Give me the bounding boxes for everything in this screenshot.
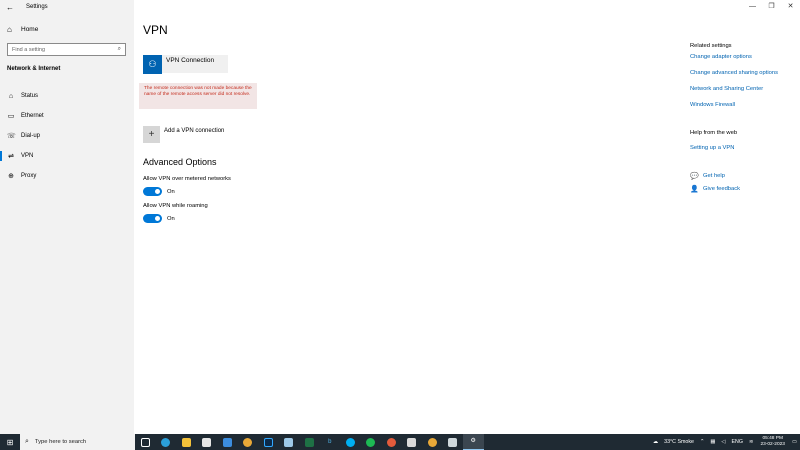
weather-text[interactable]: 33°C Smoke — [664, 439, 694, 445]
home-nav[interactable]: ⌂ Home — [7, 25, 38, 34]
get-help-row[interactable]: 💬 Get help — [690, 172, 725, 180]
bing-icon[interactable]: b — [320, 434, 341, 450]
sidebar-item-vpn[interactable]: ⇌ VPN — [0, 146, 134, 166]
status-icon: ⌂ — [8, 92, 14, 100]
get-help-link[interactable]: Get help — [703, 173, 725, 179]
store-icon[interactable] — [197, 434, 218, 450]
add-vpn-label: Add a VPN connection — [164, 128, 225, 134]
related-settings-heading: Related settings — [690, 43, 732, 49]
sidebar-item-proxy[interactable]: ⊕ Proxy — [0, 166, 134, 186]
clock[interactable]: 05:48 PM 23-02-2023 — [760, 436, 785, 448]
metered-option-label: Allow VPN over metered networks — [143, 176, 231, 182]
windows-start-icon[interactable]: ⊞ — [0, 434, 20, 450]
search-placeholder: Find a setting — [12, 46, 46, 53]
excel-icon[interactable] — [299, 434, 320, 450]
metered-toggle-state: On — [167, 188, 175, 195]
notification-icon[interactable]: ▭ — [792, 439, 797, 445]
window-controls: — ❐ ✕ — [743, 0, 800, 14]
weather-icon[interactable]: ☁ — [653, 439, 658, 445]
roaming-toggle-state: On — [167, 215, 175, 222]
chrome-profile-icon[interactable] — [381, 434, 402, 450]
proxy-icon: ⊕ — [8, 173, 14, 180]
file-explorer-icon[interactable] — [176, 434, 197, 450]
back-arrow-icon[interactable]: ← — [0, 0, 20, 14]
sidebar: ← Settings ⌂ Home Find a setting ⌕ Netwo… — [0, 0, 134, 434]
chevron-up-icon[interactable]: ⌃ — [700, 439, 704, 445]
app-title: Settings — [26, 4, 48, 10]
security-icon[interactable] — [402, 434, 423, 450]
clock-date: 23-02-2023 — [760, 442, 785, 447]
notepad-icon[interactable] — [279, 434, 300, 450]
sidebar-item-dialup[interactable]: ☏ Dial-up — [0, 126, 134, 146]
search-icon: ⌕ — [25, 438, 29, 445]
home-icon: ⌂ — [7, 25, 12, 34]
vpn-connection-item[interactable]: ⚇ VPN Connection — [143, 55, 228, 74]
vpn-connection-name: VPN Connection — [166, 57, 215, 64]
taskbar-search-placeholder: Type here to search — [34, 439, 87, 445]
network-icon[interactable]: ▦ — [710, 439, 715, 445]
sharing-center-link[interactable]: Network and Sharing Center — [690, 86, 763, 92]
vpn-connection-icon: ⚇ — [143, 55, 162, 74]
taskbar: ⊞ ⌕ Type here to search b ⚙ ☁ 33°C Smoke… — [0, 434, 800, 450]
ethernet-icon: ▭ — [7, 113, 15, 120]
sidebar-item-ethernet[interactable]: ▭ Ethernet — [0, 106, 134, 126]
sidebar-item-status[interactable]: ⌂ Status — [0, 86, 134, 106]
sidebar-item-label: Proxy — [21, 173, 37, 179]
roaming-toggle-row: On — [143, 214, 175, 223]
advanced-options-heading: Advanced Options — [143, 157, 217, 167]
sidebar-item-label: Dial-up — [21, 133, 41, 139]
add-vpn-connection[interactable]: + Add a VPN connection — [143, 126, 224, 143]
setting-up-vpn-link[interactable]: Setting up a VPN — [690, 145, 734, 151]
language-indicator[interactable]: ENG — [732, 439, 743, 445]
task-view-icon[interactable] — [135, 434, 156, 450]
title-bar: ← Settings — [0, 0, 134, 14]
help-heading: Help from the web — [690, 130, 738, 136]
search-input[interactable]: Find a setting ⌕ — [7, 43, 126, 56]
spotify-icon[interactable] — [361, 434, 382, 450]
skype-icon[interactable] — [340, 434, 361, 450]
roaming-option-label: Allow VPN while roaming — [143, 203, 208, 209]
taskbar-search-input[interactable]: ⌕ Type here to search — [20, 434, 135, 450]
files-icon[interactable] — [443, 434, 464, 450]
feedback-row[interactable]: 👤 Give feedback — [690, 185, 740, 193]
feedback-icon: 👤 — [690, 186, 699, 193]
sidebar-item-label: VPN — [21, 153, 34, 159]
edge-icon[interactable] — [156, 434, 177, 450]
close-button[interactable]: ✕ — [781, 0, 800, 14]
dialup-icon: ☏ — [7, 133, 16, 140]
page-title: VPN — [143, 23, 168, 37]
home-label: Home — [21, 26, 39, 33]
mail-icon[interactable] — [217, 434, 238, 450]
sidebar-item-label: Ethernet — [21, 113, 44, 119]
roaming-toggle[interactable] — [143, 214, 162, 223]
chrome-app-icon[interactable] — [422, 434, 443, 450]
minimize-button[interactable]: — — [743, 0, 762, 14]
chrome-icon[interactable] — [238, 434, 259, 450]
sidebar-nav: ⌂ Status ▭ Ethernet ☏ Dial-up ⇌ VPN ⊕ Pr… — [0, 86, 134, 186]
restore-button[interactable]: ❐ — [762, 0, 781, 14]
search-icon[interactable]: ⌕ — [118, 46, 121, 53]
metered-toggle[interactable] — [143, 187, 162, 196]
metered-toggle-row: On — [143, 187, 175, 196]
firewall-link[interactable]: Windows Firewall — [690, 102, 735, 108]
settings-gear-icon[interactable]: ⚙ — [463, 434, 484, 450]
photoshop-icon[interactable] — [258, 434, 279, 450]
chat-icon: 💬 — [690, 173, 699, 180]
give-feedback-link[interactable]: Give feedback — [703, 186, 740, 192]
wifi-icon[interactable]: ≋ — [749, 439, 753, 445]
sidebar-item-label: Status — [21, 93, 39, 99]
plus-icon[interactable]: + — [143, 126, 160, 143]
system-tray: ☁ 33°C Smoke ⌃ ▦ ◁ ENG ≋ 05:48 PM 23-02-… — [650, 434, 800, 450]
volume-icon[interactable]: ◁ — [721, 439, 725, 445]
vpn-icon: ⇌ — [8, 153, 14, 160]
advanced-sharing-link[interactable]: Change advanced sharing options — [690, 70, 778, 76]
section-title: Network & Internet — [7, 66, 61, 72]
change-adapter-link[interactable]: Change adapter options — [690, 54, 752, 60]
error-message: The remote connection was not made becau… — [139, 83, 257, 109]
